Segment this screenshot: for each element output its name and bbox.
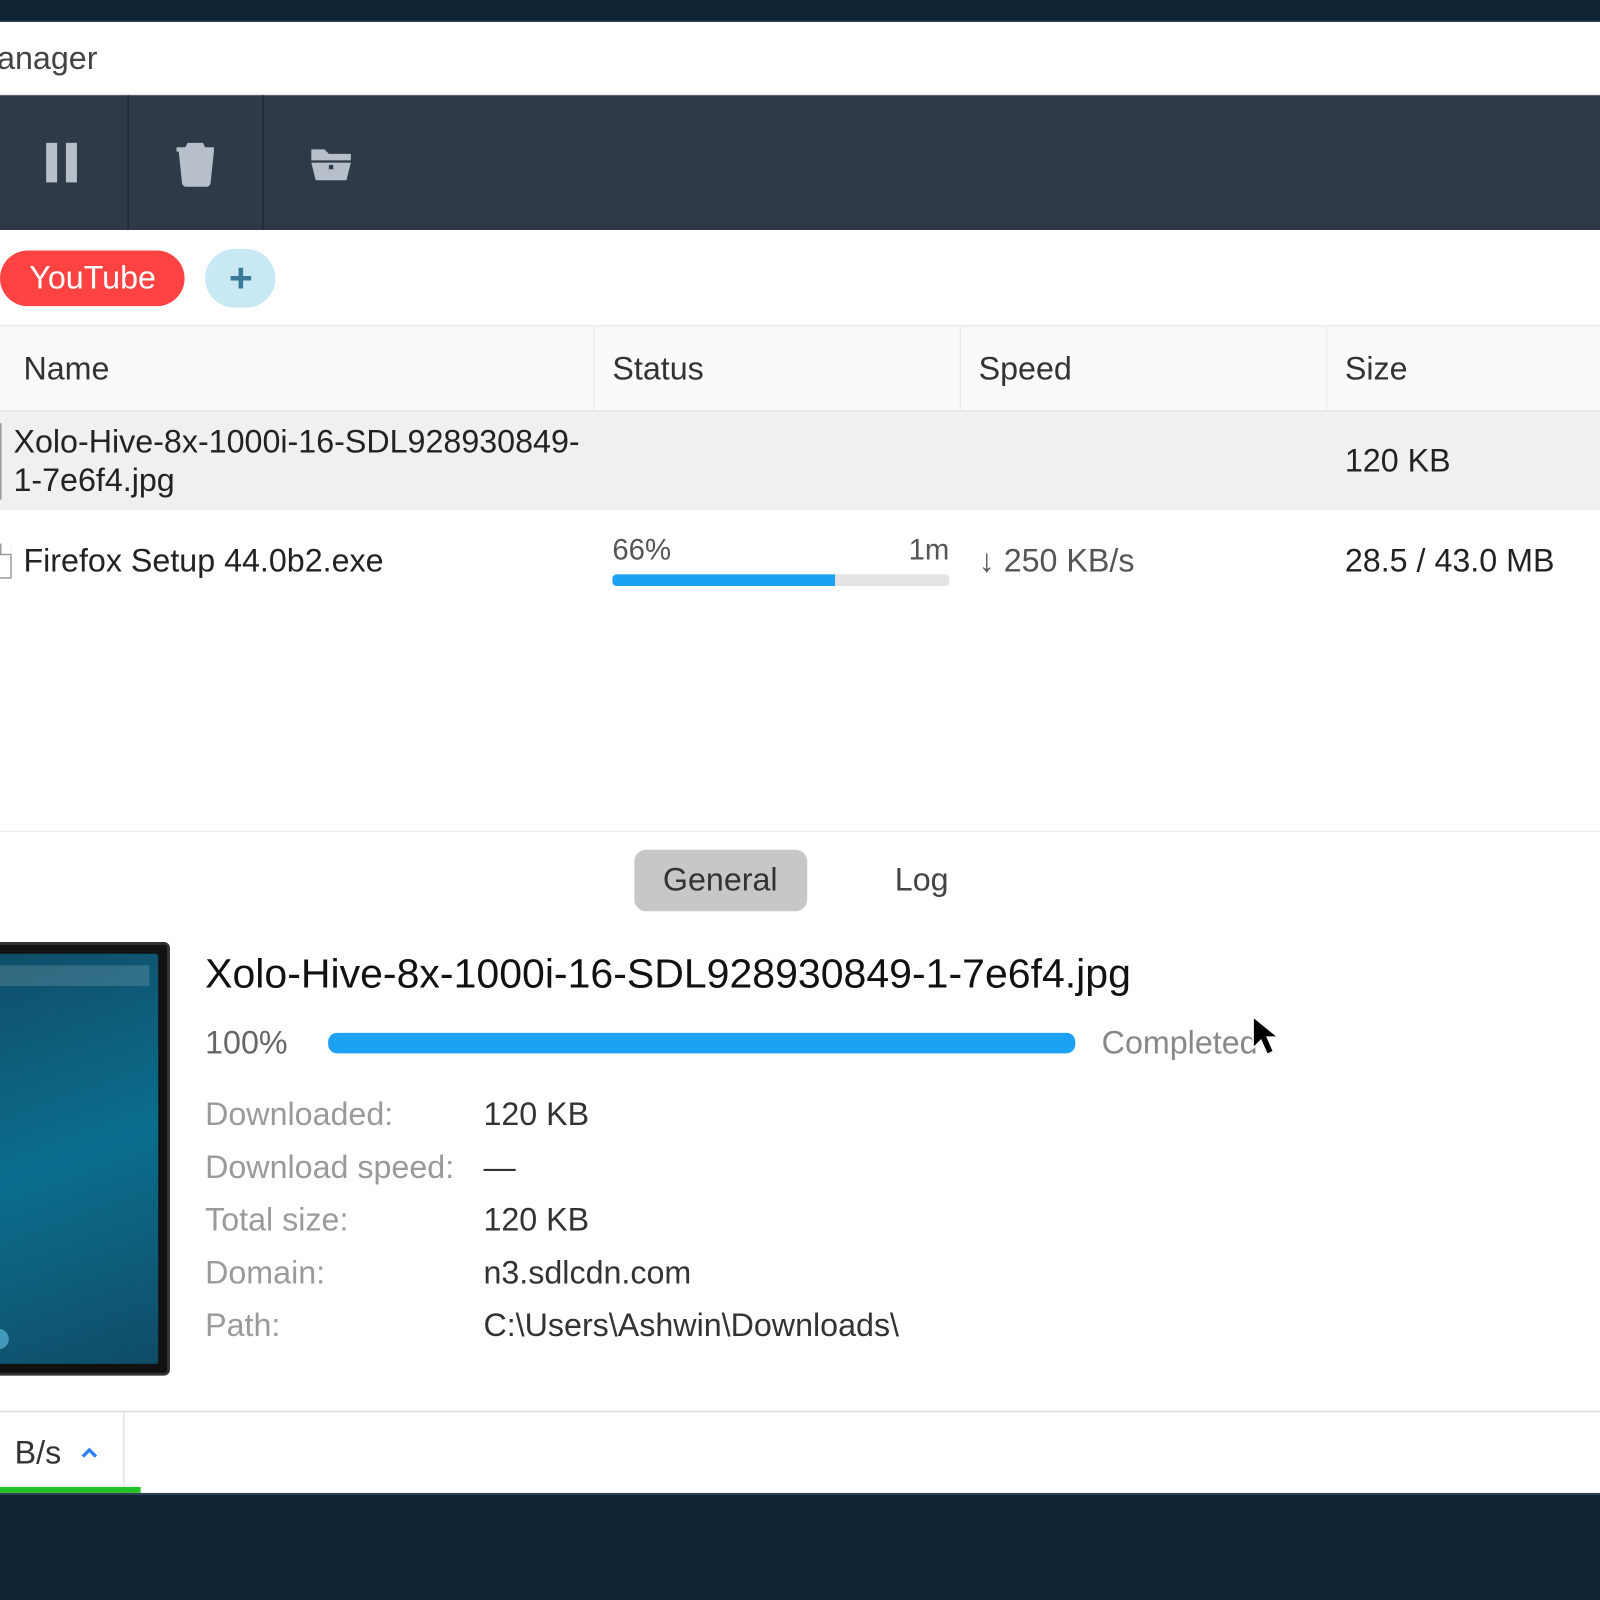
kv-total-value: 120 KB	[483, 1194, 589, 1247]
col-header-speed[interactable]: Speed	[961, 327, 1327, 411]
detail-progress: 100% Completed	[205, 1024, 1600, 1062]
toolbar	[0, 95, 1600, 230]
file-icon	[0, 543, 12, 578]
col-header-name[interactable]: Name	[0, 327, 595, 411]
row-speed: ↓ 250 KB/s	[979, 541, 1135, 578]
kv-path-value: C:\Users\Ashwin\Downloads\	[483, 1299, 899, 1352]
detail-progress-bar	[328, 1033, 1075, 1054]
detail-progress-pct: 100%	[205, 1024, 302, 1062]
detail-filename: Xolo-Hive-8x-1000i-16-SDL928930849-1-7e6…	[205, 951, 1600, 998]
row-size: 120 KB	[1345, 442, 1451, 479]
col-header-status[interactable]: Status	[595, 327, 961, 411]
row-progress: 66% 1m	[612, 535, 949, 586]
category-chip-youtube[interactable]: YouTube	[0, 250, 185, 306]
status-rate-cell[interactable]: B/s	[0, 1412, 124, 1493]
category-bar: YouTube +	[0, 230, 1600, 327]
col-header-size[interactable]: Size	[1327, 327, 1600, 411]
activity-indicator	[0, 1487, 141, 1493]
file-name: Firefox Setup 44.0b2.exe	[23, 541, 383, 579]
kv-domain-label: Domain:	[205, 1247, 483, 1300]
kv-total-label: Total size:	[205, 1194, 483, 1247]
detail-tabs: General Log	[0, 831, 1600, 928]
tab-general[interactable]: General	[634, 849, 807, 911]
kv-downloaded-label: Downloaded:	[205, 1088, 483, 1141]
kv-domain-value: n3.sdlcdn.com	[483, 1247, 691, 1300]
row-progress-pct: 66%	[612, 535, 671, 569]
kv-speed-label: Download speed:	[205, 1141, 483, 1194]
detail-panel: Xolo-Hive-8x-1000i-16-SDL928930849-1-7e6…	[0, 927, 1600, 1410]
kv-downloaded-value: 120 KB	[483, 1088, 589, 1141]
kv-speed-value: —	[483, 1141, 515, 1194]
trash-icon	[169, 136, 222, 189]
status-rate: B/s	[15, 1434, 62, 1472]
chevron-up-icon	[76, 1439, 102, 1465]
preview-thumbnail	[0, 942, 170, 1376]
pause-icon	[34, 136, 87, 189]
table-row[interactable]: Xolo-Hive-8x-1000i-16-SDL928930849-1-7e6…	[0, 412, 1600, 512]
kv-path-label: Path:	[205, 1299, 483, 1352]
table-header: Name Status Speed Size	[0, 327, 1600, 412]
status-bar: B/s	[0, 1411, 1600, 1493]
delete-button[interactable]	[129, 95, 264, 230]
file-name: Xolo-Hive-8x-1000i-16-SDL928930849-1-7e6…	[13, 423, 594, 499]
app-window: anager YouTube +	[0, 21, 1600, 1495]
download-list: Xolo-Hive-8x-1000i-16-SDL928930849-1-7e6…	[0, 412, 1600, 611]
list-empty-area	[0, 611, 1600, 831]
pause-button[interactable]	[0, 95, 129, 230]
add-category-button[interactable]: +	[206, 248, 276, 307]
window-titlebar[interactable]: anager	[0, 22, 1600, 95]
row-size: 28.5 / 43.0 MB	[1345, 541, 1555, 578]
table-row[interactable]: Firefox Setup 44.0b2.exe 66% 1m	[0, 511, 1600, 611]
open-folder-button[interactable]	[264, 95, 399, 230]
open-folder-icon	[305, 136, 358, 189]
row-progress-eta: 1m	[909, 535, 950, 569]
window-title: anager	[0, 39, 97, 77]
tab-log[interactable]: Log	[865, 849, 977, 911]
image-thumb-icon	[0, 423, 2, 499]
detail-progress-state: Completed	[1102, 1024, 1258, 1062]
